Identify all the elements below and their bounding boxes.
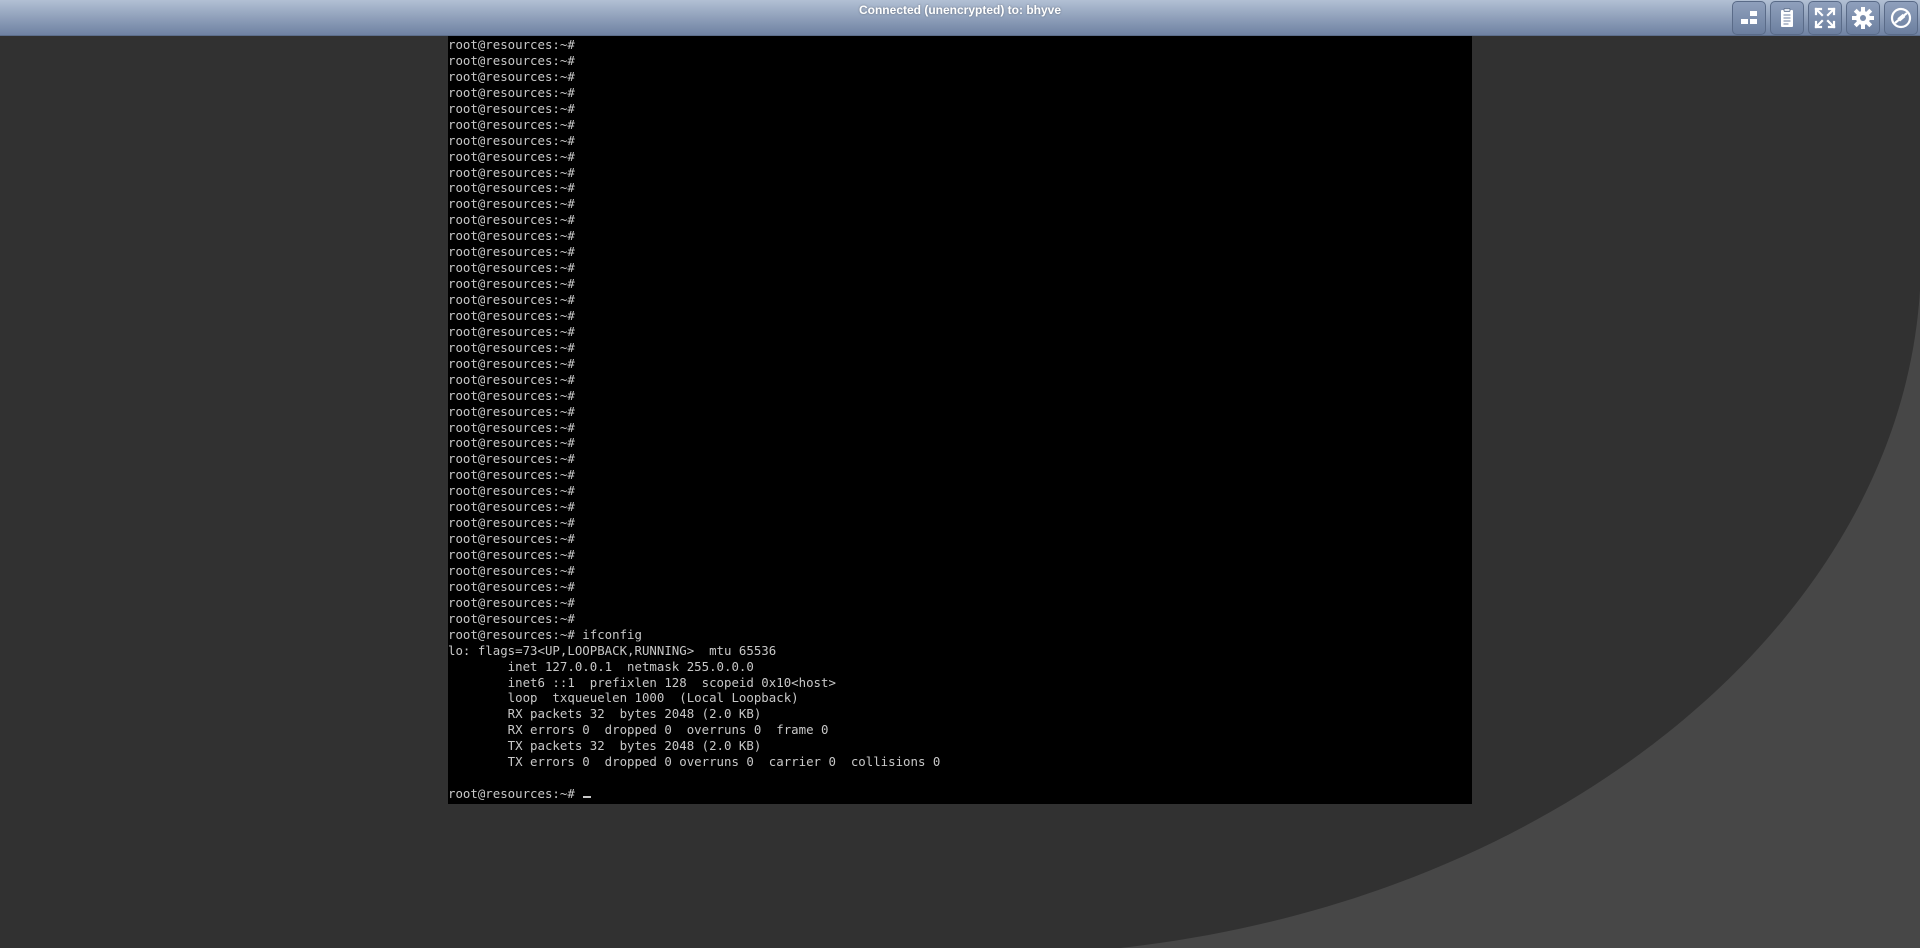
toolbar (1732, 1, 1918, 35)
terminal-line: root@resources:~# (448, 228, 575, 244)
gear-icon (1852, 7, 1874, 29)
terminal-line: root@resources:~# (448, 180, 575, 196)
send-keys-button[interactable] (1732, 1, 1766, 35)
terminal-line: root@resources:~# (448, 515, 575, 531)
terminal-line: root@resources:~# (448, 116, 575, 132)
terminal-prompt-line: root@resources:~# (448, 786, 940, 802)
fullscreen-icon (1814, 7, 1836, 29)
terminal-line: root@resources:~# (448, 387, 575, 403)
terminal-line: root@resources:~# (448, 244, 575, 260)
terminal-line: inet6 ::1 prefixlen 128 scopeid 0x10<hos… (448, 674, 836, 690)
terminal-line: root@resources:~# (448, 499, 575, 515)
terminal-line: root@resources:~# ifconfig (448, 626, 642, 642)
terminal-line: root@resources:~# (448, 276, 575, 292)
settings-button[interactable] (1846, 1, 1880, 35)
terminal-line: root@resources:~# (448, 260, 575, 276)
terminal-line: root@resources:~# (448, 52, 575, 68)
terminal-line: inet 127.0.0.1 netmask 255.0.0.0 (448, 658, 754, 674)
fullscreen-button[interactable] (1808, 1, 1842, 35)
terminal-line: RX errors 0 dropped 0 overruns 0 frame 0 (448, 722, 829, 738)
terminal-line: root@resources:~# (448, 339, 575, 355)
vnc-viewer: Connected (unencrypted) to: bhyve root@r… (0, 0, 1920, 948)
terminal-line: root@resources:~# (448, 531, 575, 547)
clipboard-button[interactable] (1770, 1, 1804, 35)
terminal-line: root@resources:~# (448, 562, 575, 578)
terminal-line: loop txqueuelen 1000 (Local Loopback) (448, 690, 799, 706)
terminal-line: root@resources:~# (448, 371, 575, 387)
terminal-line: root@resources:~# (448, 148, 575, 164)
terminal-line: root@resources:~# (448, 419, 575, 435)
terminal-line: root@resources:~# (448, 37, 575, 52)
clipboard-icon (1781, 8, 1793, 27)
disconnect-button[interactable] (1884, 1, 1918, 35)
terminal-line: root@resources:~# (448, 212, 575, 228)
disconnect-icon (1890, 7, 1912, 29)
terminal-line: root@resources:~# (448, 403, 575, 419)
terminal-line: root@resources:~# (448, 483, 575, 499)
remote-screen[interactable]: root@resources:~# root@resources:~# root@r… (448, 36, 1472, 804)
terminal-output: root@resources:~# root@resources:~# root@r… (448, 36, 940, 802)
terminal-line: root@resources:~# (448, 578, 575, 594)
terminal-line: root@resources:~# (448, 132, 575, 148)
terminal-line: lo: flags=73<UP,LOOPBACK,RUNNING> mtu 65… (448, 642, 777, 658)
terminal-line: root@resources:~# (448, 84, 575, 100)
terminal-line: root@resources:~# (448, 467, 575, 483)
terminal-line: TX packets 32 bytes 2048 (2.0 KB) (448, 738, 762, 754)
terminal-line: root@resources:~# (448, 435, 575, 451)
terminal-line: root@resources:~# (448, 307, 575, 323)
terminal-prompt: root@resources:~# (448, 786, 583, 802)
terminal-line: RX packets 32 bytes 2048 (2.0 KB) (448, 706, 762, 722)
terminal-line: root@resources:~# (448, 547, 575, 562)
terminal-line: root@resources:~# (448, 196, 575, 212)
terminal-line: root@resources:~# (448, 594, 575, 610)
keyboard-keys-icon (1741, 11, 1757, 24)
terminal-line: root@resources:~# (448, 610, 575, 626)
terminal-line: root@resources:~# (448, 323, 575, 339)
terminal-cursor (583, 796, 592, 799)
terminal-line: root@resources:~# (448, 164, 575, 180)
terminal-line: root@resources:~# (448, 100, 575, 116)
status-bar: Connected (unencrypted) to: bhyve (0, 0, 1920, 36)
terminal-line: TX errors 0 dropped 0 overruns 0 carrier… (448, 754, 941, 770)
terminal-line: root@resources:~# (448, 292, 575, 307)
terminal-line: root@resources:~# (448, 68, 575, 84)
connection-status: Connected (unencrypted) to: bhyve (858, 3, 1061, 17)
terminal-line: root@resources:~# (448, 355, 575, 371)
terminal-line: root@resources:~# (448, 451, 575, 467)
